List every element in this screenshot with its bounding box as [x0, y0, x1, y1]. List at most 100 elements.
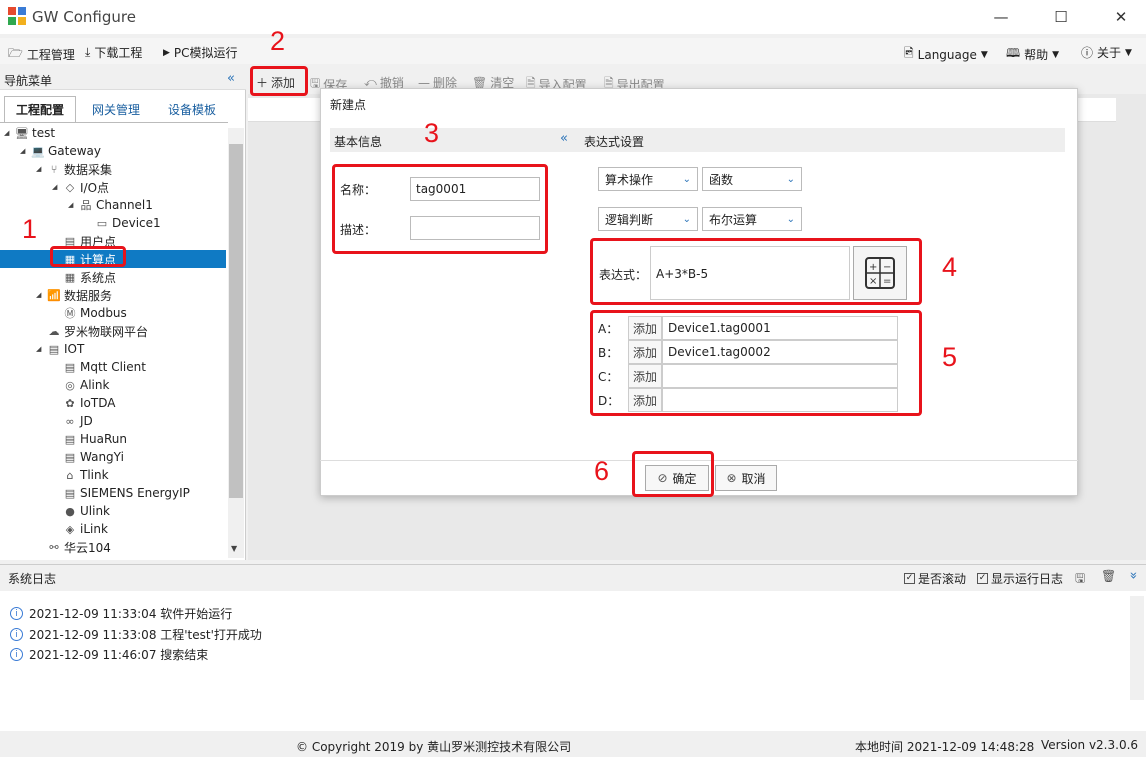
tree-node[interactable]: ▭ Device1	[84, 214, 161, 232]
menu-help[interactable]: 🕮 帮助 ▼	[1006, 44, 1059, 65]
tree-node[interactable]: ◢ ▤ IOT	[36, 340, 84, 358]
menu-pc-simulate[interactable]: ▶ PC模拟运行	[163, 44, 238, 61]
tree-node-icon: ∞	[65, 414, 75, 428]
tree-node[interactable]: ◢ 🖥 test	[4, 124, 55, 142]
tree-node[interactable]: ▤ HuaRun	[52, 430, 127, 448]
menu-label: 工程管理	[26, 48, 75, 62]
tree-scroll-thumb[interactable]	[229, 144, 243, 498]
tree-node[interactable]: ◢ 💻 Gateway	[20, 142, 101, 160]
tree-node[interactable]: ◈ iLink	[52, 520, 108, 538]
menu-label: 帮助	[1024, 48, 1049, 62]
tree-node-icon: ●	[65, 504, 75, 518]
minimize-button[interactable]: —	[978, 4, 1024, 30]
tree-node-label: 数据采集	[64, 162, 113, 177]
boolean-select-value: 布尔运算	[709, 212, 758, 227]
menu-download[interactable]: ⤓ 下载工程	[85, 44, 142, 61]
annotation-number-2: 2	[270, 26, 286, 56]
menu-language[interactable]: 🖻 Language ▼	[904, 44, 988, 65]
tree-node-label: IOT	[64, 342, 85, 356]
expand-arrow-icon[interactable]: ◢	[68, 201, 76, 209]
collapse-icon[interactable]: «	[227, 71, 235, 86]
log-entry-text: 2021-12-09 11:46:07 搜索结束	[29, 648, 209, 662]
tree-node-label: Device1	[112, 216, 161, 230]
tree-node-icon: 💻	[31, 144, 45, 158]
basic-info-title: 基本信息	[334, 135, 383, 149]
tree-node[interactable]: ∞ JD	[52, 412, 92, 430]
tree-node[interactable]: ✿ IoTDA	[52, 394, 115, 412]
tree-node[interactable]: ▦ 系统点	[52, 268, 116, 286]
log-entry: i 2021-12-09 11:33:04 软件开始运行	[10, 605, 232, 622]
show-run-log-checkbox[interactable]: ✓ 显示运行日志	[977, 570, 1063, 587]
tree-node[interactable]: ◎ Alink	[52, 376, 109, 394]
log-entry: i 2021-12-09 11:46:07 搜索结束	[10, 646, 208, 663]
local-time: 本地时间 2021-12-09 14:48:28	[855, 740, 1035, 754]
window-title: GW Configure	[32, 8, 136, 26]
maximize-button[interactable]: ☐	[1038, 4, 1084, 30]
log-entry-text: 2021-12-09 11:33:04 软件开始运行	[29, 607, 233, 621]
tree-node[interactable]: ⌂ Tlink	[52, 466, 109, 484]
checkbox-checked-icon: ✓	[904, 573, 915, 584]
tree-node-label: WangYi	[80, 450, 124, 464]
expr-settings-title: 表达式设置	[584, 135, 645, 149]
nav-tree: ◢ 🖥 test ◢ 💻 Gateway ◢ ⑂ 数据采集 ◢ ◇ I/O点 ◢ 品 Channel1 ▭ De…	[0, 122, 228, 558]
language-icon: 🖻	[904, 46, 914, 60]
tree-node-label: SIEMENS EnergyIP	[80, 486, 190, 500]
expand-arrow-icon[interactable]: ◢	[36, 291, 44, 299]
function-select[interactable]: 函数 ⌄	[702, 167, 802, 191]
annotation-number-3: 3	[424, 118, 440, 148]
expand-icon[interactable]: »	[1125, 572, 1140, 580]
expand-arrow-icon[interactable]: ◢	[52, 183, 60, 191]
collapse-left-icon[interactable]: «	[560, 131, 568, 146]
tree-node-label: Modbus	[80, 306, 127, 320]
annotation-box-4	[590, 238, 922, 305]
tree-node[interactable]: ◢ 📶 数据服务	[36, 286, 112, 304]
menu-label: 关于	[1097, 46, 1122, 60]
auto-scroll-checkbox[interactable]: ✓ 是否滚动	[904, 570, 966, 587]
tree-node[interactable]: ☁ 罗米物联网平台	[36, 322, 149, 340]
trash-icon[interactable]: 🗑	[1101, 569, 1116, 583]
tree-node[interactable]: ◢ 品 Channel1	[68, 196, 153, 214]
tree-node-label: Gateway	[48, 144, 102, 158]
arith-select[interactable]: 算术操作 ⌄	[598, 167, 698, 191]
tree-node[interactable]: ▤ Mqtt Client	[52, 358, 146, 376]
cancel-button[interactable]: ⊗ 取消	[715, 465, 777, 491]
log-scrollbar[interactable]	[1130, 596, 1144, 700]
expand-arrow-icon[interactable]: ◢	[4, 129, 12, 137]
tree-node-icon: ▦	[64, 270, 76, 284]
expand-arrow-icon[interactable]: ◢	[36, 345, 44, 353]
chevron-down-icon: ⌄	[786, 173, 795, 185]
expand-arrow-icon[interactable]: ◢	[20, 147, 28, 155]
close-button[interactable]: ✕	[1098, 4, 1144, 30]
tree-node[interactable]: ● Ulink	[52, 502, 110, 520]
tree-node-icon: 品	[80, 199, 92, 212]
tree-node[interactable]: Ⓜ Modbus	[52, 304, 127, 322]
tree-node-label: Ulink	[80, 504, 111, 518]
logic-select[interactable]: 逻辑判断 ⌄	[598, 207, 698, 231]
tab-device-template[interactable]: 设备模板	[156, 96, 228, 122]
show-run-log-label: 显示运行日志	[991, 572, 1064, 586]
boolean-select[interactable]: 布尔运算 ⌄	[702, 207, 802, 231]
menu-project[interactable]: 🗁 工程管理	[8, 44, 75, 65]
chevron-down-icon: ⌄	[682, 173, 691, 185]
chevron-down-icon: ⌄	[682, 213, 691, 225]
tree-node[interactable]: ◢ ⑂ 数据采集	[36, 160, 112, 178]
tree-node-icon: ▭	[96, 216, 108, 230]
tab-gateway-manage[interactable]: 网关管理	[80, 96, 152, 122]
menu-about[interactable]: ⓘ 关于 ▼	[1081, 44, 1132, 61]
log-title: 系统日志	[8, 572, 57, 586]
tab-project-config[interactable]: 工程配置	[4, 96, 76, 122]
nav-header-title: 导航菜单	[4, 74, 53, 88]
annotation-box-3	[332, 164, 548, 254]
scroll-down-icon[interactable]: ▼	[231, 544, 237, 553]
tree-node[interactable]: ⚯ 华云104	[36, 538, 111, 556]
tree-node[interactable]: ◢ ◇ I/O点	[52, 178, 109, 196]
cancel-circle-icon: ⊗	[726, 471, 737, 485]
tree-node-icon: ☁	[48, 324, 60, 338]
tree-node[interactable]: ▤ SIEMENS EnergyIP	[52, 484, 190, 502]
tree-node[interactable]: ▤ WangYi	[52, 448, 124, 466]
tree-node-icon: ⌂	[66, 468, 74, 482]
expand-arrow-icon[interactable]: ◢	[36, 165, 44, 173]
app-logo-icon	[8, 7, 26, 25]
book-icon: 🕮	[1006, 46, 1021, 60]
save-log-icon[interactable]: 🖫	[1075, 569, 1085, 590]
